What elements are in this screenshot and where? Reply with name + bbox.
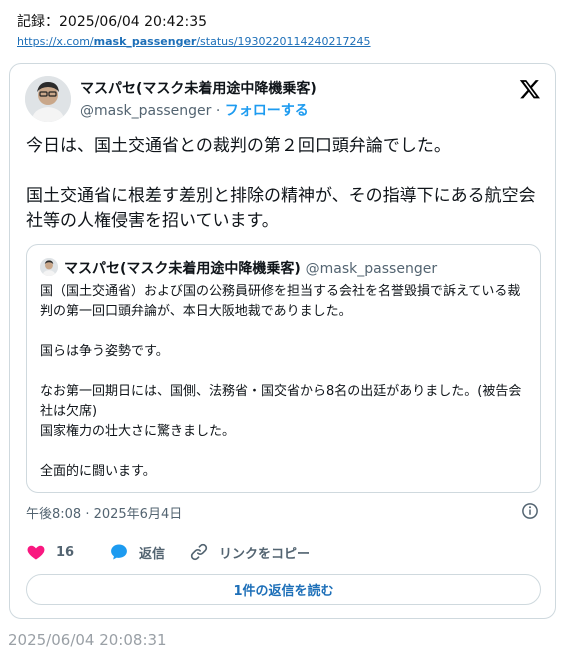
embedded-tweet-card: マスパセ(マスク未着用途中降機乗客) @mask_passenger · フォロ… (9, 63, 556, 619)
quote-paragraph: 国らは争う姿勢です。 (40, 344, 169, 359)
quote-author: マスパセ(マスク未着用途中降機乗客) @mask_passenger (64, 258, 437, 278)
quote-avatar (40, 258, 58, 276)
copy-link-label: リンクをコピー (219, 546, 311, 562)
avatar[interactable] (25, 76, 71, 122)
quote-paragraph: 国（国土交通省）および国の公務員研修を担当する会社を名誉毀損で訴えている裁判の第… (40, 284, 521, 319)
url-prefix: https://x.com/ (17, 35, 94, 48)
tweet-paragraph: 今日は、国土交通省との裁判の第２回口頭弁論でした。 (26, 136, 451, 156)
reply-bubble-icon (111, 544, 127, 560)
like-button[interactable]: 16 (26, 542, 74, 562)
reply-label: 返信 (139, 546, 166, 562)
like-count: 16 (56, 544, 75, 560)
record-url-link[interactable]: https://x.com/mask_passenger/status/1930… (17, 35, 371, 48)
quote-handle: @mask_passenger (305, 261, 438, 277)
heart-icon (27, 545, 45, 560)
separator: · (211, 103, 225, 119)
display-name[interactable]: マスパセ(マスク未着用途中降機乗客) (80, 78, 317, 98)
handle[interactable]: @mask_passenger (80, 103, 211, 119)
handle-row: @mask_passenger · フォローする (80, 100, 309, 120)
reply-button[interactable]: 返信 (109, 542, 165, 562)
follow-button[interactable]: フォローする (225, 103, 309, 119)
info-icon[interactable] (521, 502, 539, 520)
tweet-timestamp[interactable]: 午後8:08 · 2025年6月4日 (26, 503, 182, 522)
read-replies-button[interactable]: 1件の返信を読む (26, 574, 541, 605)
captured-time: 2025/06/04 20:08:31 (8, 631, 167, 649)
quoted-tweet[interactable]: マスパセ(マスク未着用途中降機乗客) @mask_passenger 国（国土交… (26, 244, 541, 493)
x-logo-icon[interactable] (519, 78, 541, 100)
copy-link-button[interactable]: リンクをコピー (189, 542, 310, 562)
quote-paragraph: なお第一回期日には、国側、法務省・国交省から8名の出廷がありました。(被告会社は… (40, 384, 522, 439)
tweet-text: 今日は、国土交通省との裁判の第２回口頭弁論でした。 国土交通省に根差す差別と排除… (26, 134, 541, 259)
record-timestamp: 記録：2025/06/04 20:42:35 (17, 14, 208, 30)
url-user: mask_passenger (93, 35, 197, 48)
link-icon (190, 543, 208, 561)
quote-text: 国（国土交通省）および国の公務員研修を担当する会社を名誉毀損で訴えている裁判の第… (40, 282, 530, 502)
quote-display-name: マスパセ(マスク未着用途中降機乗客) (64, 261, 301, 277)
quote-paragraph: 全面的に闘います。 (40, 464, 156, 479)
url-suffix: /status/1930220114240217245 (196, 35, 371, 48)
tweet-paragraph: 国土交通省に根差す差別と排除の精神が、その指導下にある航空会社等の人権侵害を招い… (26, 186, 536, 231)
